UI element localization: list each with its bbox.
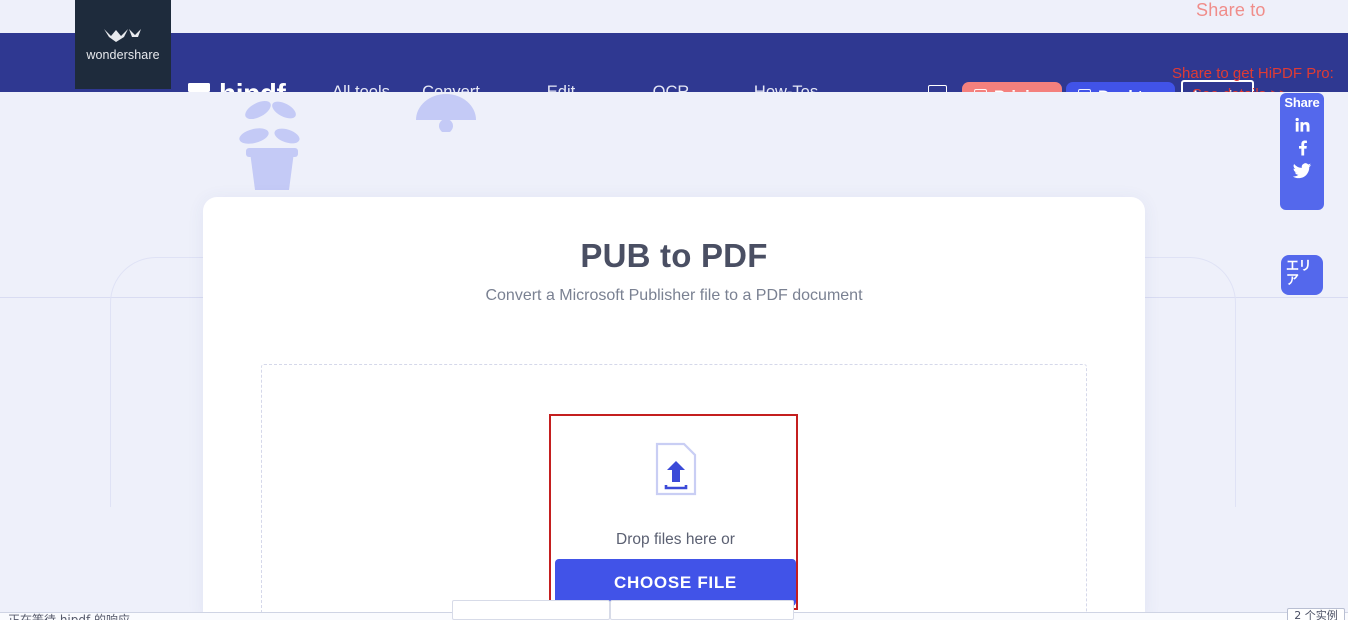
file-upload-icon	[655, 442, 696, 496]
wondershare-label: wondershare	[86, 48, 160, 62]
page-title: PUB to PDF	[580, 237, 768, 274]
share-to-label: Share to	[1196, 0, 1266, 20]
social-share-rail: Share	[1280, 93, 1324, 210]
status-text: 正在等待 hipdf 的响应…	[8, 613, 143, 620]
page-root: Share to hipdf All tools Convert Edit OC…	[0, 0, 1348, 620]
twitter-icon[interactable]	[1287, 159, 1317, 182]
wondershare-badge[interactable]: wondershare	[75, 0, 171, 89]
taskbar-chip-a[interactable]	[452, 600, 610, 620]
upload-icon-wrap	[551, 441, 800, 497]
facebook-icon[interactable]	[1287, 136, 1317, 159]
taskbar-chip-b[interactable]	[610, 600, 794, 620]
area-badge[interactable]: エリア	[1281, 255, 1323, 295]
choose-file-button[interactable]: CHOOSE FILE	[555, 559, 796, 606]
share-pro-promo-text: Share to get HiPDF Pro:	[1172, 65, 1334, 82]
linkedin-icon[interactable]	[1287, 113, 1317, 136]
upload-widget[interactable]: Drop files here or CHOOSE FILE	[549, 414, 798, 610]
drop-files-text: Drop files here or	[616, 531, 735, 548]
hanging-lamp-icon	[416, 94, 476, 132]
share-rail-label: Share	[1284, 95, 1320, 110]
potted-plant-icon	[239, 100, 300, 190]
page-subtitle: Convert a Microsoft Publisher file to a …	[485, 287, 863, 304]
wondershare-w-icon	[104, 29, 141, 42]
top-promo-strip: Share to	[0, 0, 1348, 33]
instances-chip[interactable]: 2 个实例	[1287, 608, 1345, 620]
main-navbar: hipdf All tools Convert Edit OCR How-Tos…	[0, 33, 1348, 115]
